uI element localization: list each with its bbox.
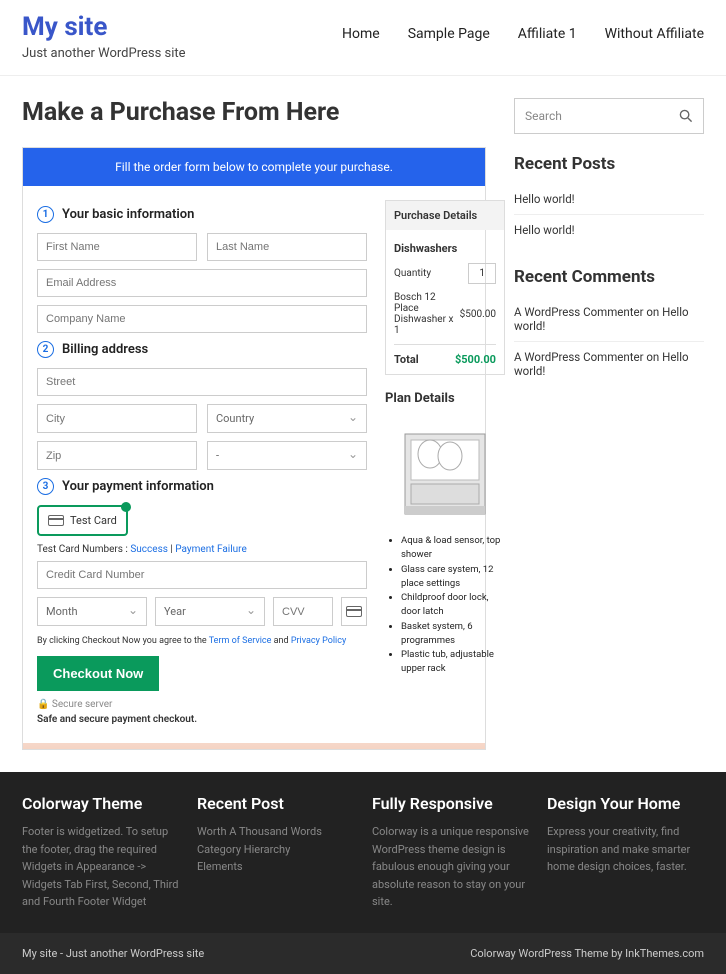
search-icon — [679, 109, 693, 123]
recent-post-item[interactable]: Hello world! — [514, 215, 704, 245]
recent-comment-item[interactable]: A WordPress Commenter on Hello world! — [514, 342, 704, 386]
order-container: Fill the order form below to complete yo… — [22, 147, 486, 750]
purchase-details: Purchase Details Dishwashers Quantity 1 … — [385, 200, 505, 375]
qty-label: Quantity — [394, 268, 431, 279]
footer-credit-left: My site - Just another WordPress site — [22, 947, 204, 960]
bullet: Childproof door lock, door latch — [401, 591, 505, 620]
recent-posts-widget: Recent Posts Hello world! Hello world! — [514, 154, 704, 245]
site-title[interactable]: My site — [22, 12, 186, 42]
order-banner: Fill the order form below to complete yo… — [23, 148, 485, 186]
cc-year-select[interactable]: Year — [155, 597, 265, 626]
cc-type-icon — [341, 597, 367, 626]
state-select[interactable]: - — [207, 441, 367, 470]
search-placeholder: Search — [525, 109, 562, 123]
checkout-button[interactable]: Checkout Now — [37, 656, 159, 691]
bullet: Aqua & load sensor, top shower — [401, 534, 505, 563]
footer-col-4: Design Your Home Express your creativity… — [547, 794, 704, 911]
product-group: Dishwashers — [394, 242, 496, 255]
dishwasher-image — [385, 414, 505, 524]
recent-post-item[interactable]: Hello world! — [514, 184, 704, 215]
step-1-header: 1 Your basic information — [37, 206, 367, 223]
header: My site Just another WordPress site Home… — [0, 0, 726, 76]
country-select[interactable]: Country — [207, 404, 367, 433]
step-3-header: 3 Your payment information — [37, 478, 367, 495]
tos-link[interactable]: Term of Service — [209, 636, 272, 646]
bullet: Basket system, 6 programmes — [401, 620, 505, 649]
nav-affiliate-1[interactable]: Affiliate 1 — [518, 26, 577, 42]
recent-posts-title: Recent Posts — [514, 154, 704, 174]
last-name-input[interactable] — [207, 233, 367, 261]
footer-col-3: Fully Responsive Colorway is a unique re… — [372, 794, 529, 911]
total-label: Total — [394, 353, 419, 366]
city-input[interactable] — [37, 404, 197, 433]
zip-input[interactable] — [37, 441, 197, 470]
test-failure-link[interactable]: Payment Failure — [175, 544, 246, 555]
bullet: Glass care system, 12 place settings — [401, 563, 505, 592]
paycard-label: Test Card — [70, 514, 117, 527]
step-2-icon: 2 — [37, 341, 54, 358]
total-value: $500.00 — [455, 353, 496, 366]
secure-text: Safe and secure payment checkout. — [37, 714, 367, 725]
company-input[interactable] — [37, 305, 367, 333]
step-1-label: Your basic information — [62, 207, 194, 222]
cc-number-input[interactable] — [37, 561, 367, 589]
terms-text: By clicking Checkout Now you agree to th… — [37, 636, 367, 646]
secure-server: 🔒 Secure server — [37, 699, 367, 710]
step-2-label: Billing address — [62, 342, 148, 357]
branding: My site Just another WordPress site — [22, 12, 186, 61]
main-nav: Home Sample Page Affiliate 1 Without Aff… — [342, 12, 704, 42]
purchase-header: Purchase Details — [386, 201, 504, 230]
paycard-option[interactable]: Test Card — [37, 505, 128, 536]
privacy-link[interactable]: Privacy Policy — [291, 636, 346, 646]
item-price: $500.00 — [460, 309, 496, 320]
email-input[interactable] — [37, 269, 367, 297]
bullet: Plastic tub, adjustable upper rack — [401, 648, 505, 677]
step-3-icon: 3 — [37, 478, 54, 495]
cc-cvv-input[interactable] — [273, 597, 333, 626]
search-box[interactable]: Search — [514, 98, 704, 134]
step-3-label: Your payment information — [62, 479, 214, 494]
nav-sample-page[interactable]: Sample Page — [408, 26, 490, 42]
nav-home[interactable]: Home — [342, 26, 380, 42]
test-card-line: Test Card Numbers : Success | Payment Fa… — [37, 544, 367, 555]
footer: Colorway Theme Footer is widgetized. To … — [0, 772, 726, 933]
site-tagline: Just another WordPress site — [22, 46, 186, 61]
page-title: Make a Purchase From Here — [22, 98, 486, 127]
qty-input[interactable]: 1 — [468, 263, 496, 284]
footer-bottom: My site - Just another WordPress site Co… — [0, 933, 726, 974]
item-name: Bosch 12 Place Dishwasher x 1 — [394, 292, 460, 336]
recent-comments-title: Recent Comments — [514, 267, 704, 287]
recent-comments-widget: Recent Comments A WordPress Commenter on… — [514, 267, 704, 386]
footer-col-1: Colorway Theme Footer is widgetized. To … — [22, 794, 179, 911]
sidebar: Search Recent Posts Hello world! Hello w… — [514, 98, 704, 750]
plan-details-title: Plan Details — [385, 391, 505, 406]
nav-without-affiliate[interactable]: Without Affiliate — [605, 26, 704, 42]
street-input[interactable] — [37, 368, 367, 396]
step-1-icon: 1 — [37, 206, 54, 223]
recent-comment-item[interactable]: A WordPress Commenter on Hello world! — [514, 297, 704, 342]
footer-col-2: Recent Post Worth A Thousand Words Categ… — [197, 794, 354, 911]
cc-month-select[interactable]: Month — [37, 597, 147, 626]
step-2-header: 2 Billing address — [37, 341, 367, 358]
first-name-input[interactable] — [37, 233, 197, 261]
footer-credit-right[interactable]: Colorway WordPress Theme by InkThemes.co… — [470, 947, 704, 960]
card-icon — [48, 515, 64, 526]
plan-bullets: Aqua & load sensor, top shower Glass car… — [385, 534, 505, 677]
test-success-link[interactable]: Success — [130, 544, 168, 555]
